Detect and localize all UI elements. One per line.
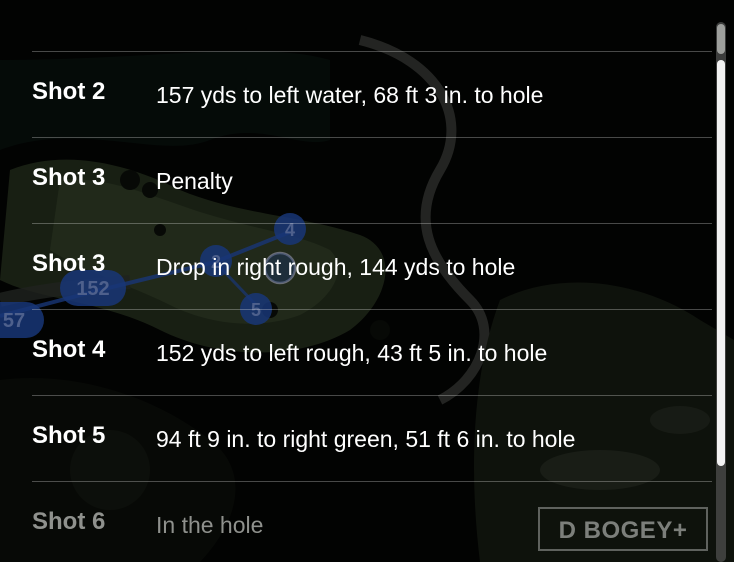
shot-description: Penalty xyxy=(156,168,233,194)
shot-detail-viewport: 152 57 2 4 5 Shot 2 157 yds to left wate… xyxy=(0,0,734,562)
shot-label: Shot 2 xyxy=(32,78,106,105)
shot-description: 94 ft 9 in. to right green, 51 ft 6 in. … xyxy=(156,426,576,452)
score-badge: D BOGEY+ xyxy=(538,507,708,551)
shot-description: 152 yds to left rough, 43 ft 5 in. to ho… xyxy=(156,340,548,366)
shot-label: Shot 5 xyxy=(32,422,106,449)
shot-label: Shot 6 xyxy=(32,508,106,535)
shot-description: 157 yds to left water, 68 ft 3 in. to ho… xyxy=(156,82,544,108)
shot-row[interactable]: Shot 4 152 yds to left rough, 43 ft 5 in… xyxy=(32,309,712,396)
shot-label: Shot 3 xyxy=(32,250,106,277)
shot-row[interactable]: Shot 3 Drop in right rough, 144 yds to h… xyxy=(32,223,712,310)
shot-label: Shot 4 xyxy=(32,336,106,363)
shot-description: Drop in right rough, 144 yds to hole xyxy=(156,254,516,280)
shot-list[interactable]: Shot 2 157 yds to left water, 68 ft 3 in… xyxy=(0,0,734,562)
shot-row[interactable]: Shot 5 94 ft 9 in. to right green, 51 ft… xyxy=(32,395,712,482)
shot-label: Shot 3 xyxy=(32,164,106,191)
shot-description: In the hole xyxy=(156,512,264,538)
scrollbar-thumb[interactable] xyxy=(717,60,725,466)
scrollbar-top-cap xyxy=(717,24,725,54)
shot-row[interactable]: Shot 3 Penalty xyxy=(32,137,712,224)
shot-row[interactable]: Shot 2 157 yds to left water, 68 ft 3 in… xyxy=(32,51,712,138)
